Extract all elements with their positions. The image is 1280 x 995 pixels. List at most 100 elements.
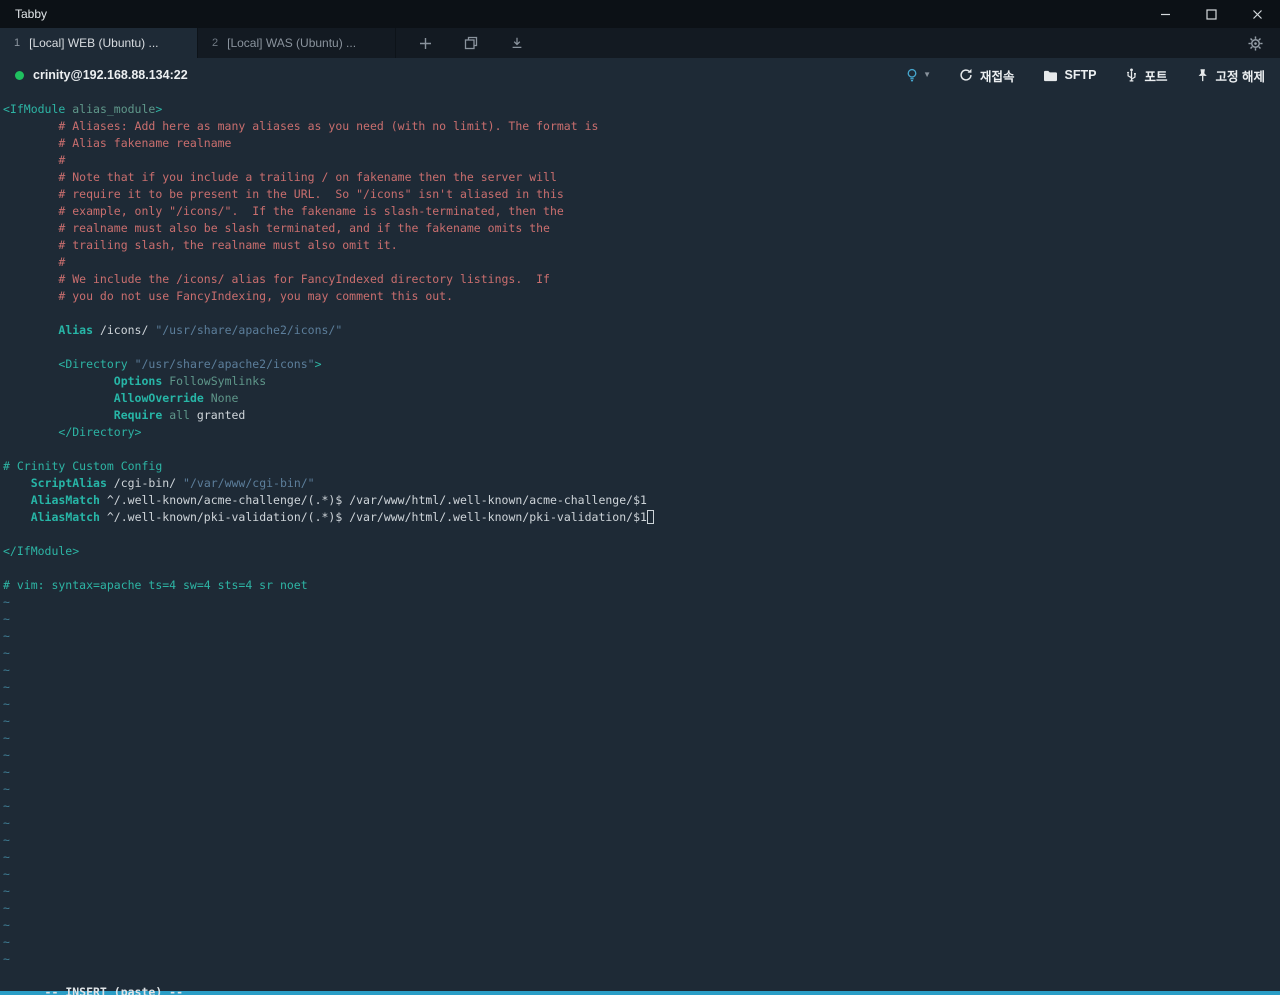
terminal-line: ~: [3, 697, 10, 711]
terminal-line: </Directory>: [58, 425, 142, 439]
tab-number: 1: [14, 37, 21, 49]
duplicate-button[interactable]: [448, 28, 494, 58]
connection-toolbar: crinity@192.168.88.134:22 ▼ 재접속 SFTP 포트 …: [0, 58, 1280, 92]
terminal-line: ~: [3, 680, 10, 694]
terminal-line: Options FollowSymlinks: [113, 374, 267, 388]
terminal-line: ~: [3, 935, 10, 949]
duplicate-icon: [464, 36, 478, 50]
terminal-line: ~: [3, 952, 10, 966]
terminal-line: AliasMatch ^/.well-known/acme-challenge/…: [30, 493, 647, 507]
terminal-line: ~: [3, 850, 10, 864]
sftp-label: SFTP: [1064, 68, 1097, 82]
terminal-line: # Note that if you include a trailing / …: [3, 170, 557, 184]
terminal-line: <IfModule alias_module>: [3, 102, 163, 116]
connection-info: crinity@192.168.88.134:22: [15, 68, 188, 82]
chevron-down-icon: ▼: [923, 70, 932, 79]
terminal-line: # realname must also be slash terminated…: [3, 221, 550, 235]
terminal-line: ~: [3, 646, 10, 660]
new-tab-button[interactable]: [402, 28, 448, 58]
terminal-line: # vim: syntax=apache ts=4 sw=4 sts=4 sr …: [3, 578, 308, 592]
terminal-line: ScriptAlias /cgi-bin/ "/var/www/cgi-bin/…: [30, 476, 315, 490]
window-controls: [1142, 0, 1280, 28]
terminal-line: ~: [3, 714, 10, 728]
toolbar-actions: ▼ 재접속 SFTP 포트 고정 해제: [905, 66, 1265, 85]
terminal-line: # Aliases: Add here as many aliases as y…: [3, 119, 599, 133]
terminal-line: ~: [3, 833, 10, 847]
terminal-line: # Crinity Custom Config: [3, 459, 163, 473]
settings-button[interactable]: [1232, 28, 1278, 58]
window-title: Tabby: [15, 7, 48, 21]
terminal[interactable]: <IfModule alias_module> # Aliases: Add h…: [0, 92, 1280, 995]
sftp-button[interactable]: SFTP: [1043, 68, 1097, 82]
terminal-line: # We include the /icons/ alias for Fancy…: [3, 272, 550, 286]
terminal-line: #: [3, 153, 66, 167]
terminal-line: ~: [3, 884, 10, 898]
tab-was-ubuntu[interactable]: 2 [Local] WAS (Ubuntu) ...: [198, 28, 396, 58]
terminal-line: # you do not use FancyIndexing, you may …: [3, 289, 454, 303]
suggestions-dropdown[interactable]: ▼: [905, 68, 931, 83]
terminal-line: ~: [3, 629, 10, 643]
terminal-line: # trailing slash, the realname must also…: [3, 238, 398, 252]
pin-icon: [1196, 68, 1209, 82]
terminal-line: ~: [3, 748, 10, 762]
connected-status-dot: [15, 70, 24, 80]
tab-web-ubuntu[interactable]: 1 [Local] WEB (Ubuntu) ...: [0, 28, 198, 58]
maximize-icon: [1205, 8, 1217, 20]
terminal-line: # Alias fakename realname: [3, 136, 232, 150]
terminal-line: ~: [3, 918, 10, 932]
terminal-line: ~: [3, 663, 10, 677]
close-icon: [1252, 9, 1262, 19]
terminal-line: <Directory "/usr/share/apache2/icons">: [58, 357, 322, 371]
terminal-line: ~: [3, 816, 10, 830]
terminal-line: ~: [3, 595, 10, 609]
terminal-line: ~: [3, 731, 10, 745]
terminal-line: ~: [3, 612, 10, 626]
tab-title: [Local] WAS (Ubuntu) ...: [227, 36, 357, 50]
paste-drop-button[interactable]: [494, 28, 540, 58]
terminal-line: AliasMatch ^/.well-known/pki-validation/…: [3, 509, 1280, 526]
close-button[interactable]: [1234, 0, 1280, 28]
tab-bar: 1 [Local] WEB (Ubuntu) ... 2 [Local] WAS…: [0, 28, 1280, 58]
terminal-line: ~: [3, 765, 10, 779]
terminal-line: # example, only "/icons/". If the fakena…: [3, 204, 564, 218]
port-icon: [1125, 68, 1138, 83]
minimize-icon: [1160, 13, 1170, 15]
terminal-line: ~: [3, 867, 10, 881]
reconnect-button[interactable]: 재접속: [959, 66, 1015, 85]
terminal-line: # require it to be present in the URL. S…: [3, 187, 564, 201]
vim-statusline: -- INSERT (paste) -- 25,94 All: [3, 967, 1280, 995]
refresh-icon: [959, 68, 973, 82]
terminal-buffer: <IfModule alias_module> # Aliases: Add h…: [3, 101, 1280, 968]
unpin-label: 고정 해제: [1215, 69, 1265, 84]
tabby-window: Tabby 1 [Local] WEB (Ubuntu) ... 2 [Loca…: [0, 0, 1280, 995]
lightbulb-icon: [905, 68, 919, 83]
reconnect-label: 재접속: [980, 69, 1015, 84]
vim-mode-indicator: -- INSERT (paste) --: [44, 985, 184, 995]
minimize-button[interactable]: [1142, 0, 1188, 28]
new-tab-icon: [419, 37, 431, 49]
terminal-line: ~: [3, 799, 10, 813]
terminal-line: </IfModule>: [3, 544, 80, 558]
tab-title: [Local] WEB (Ubuntu) ...: [29, 36, 159, 50]
titlebar[interactable]: Tabby: [0, 0, 1280, 28]
settings-gear-icon: [1247, 35, 1263, 51]
folder-icon: [1043, 69, 1058, 82]
ports-label: 포트: [1144, 69, 1168, 84]
tab-number: 2: [212, 37, 219, 49]
terminal-line: Require all granted: [113, 408, 246, 422]
ports-button[interactable]: 포트: [1125, 66, 1168, 85]
paste-drop-icon: [512, 37, 522, 48]
terminal-line: ~: [3, 782, 10, 796]
unpin-button[interactable]: 고정 해제: [1196, 66, 1265, 85]
terminal-line: #: [3, 255, 66, 269]
terminal-line: Alias /icons/ "/usr/share/apache2/icons/…: [58, 323, 343, 337]
maximize-button[interactable]: [1188, 0, 1234, 28]
terminal-line: ~: [3, 901, 10, 915]
terminal-line: AllowOverride None: [113, 391, 239, 405]
activity-strip: [0, 991, 1280, 995]
